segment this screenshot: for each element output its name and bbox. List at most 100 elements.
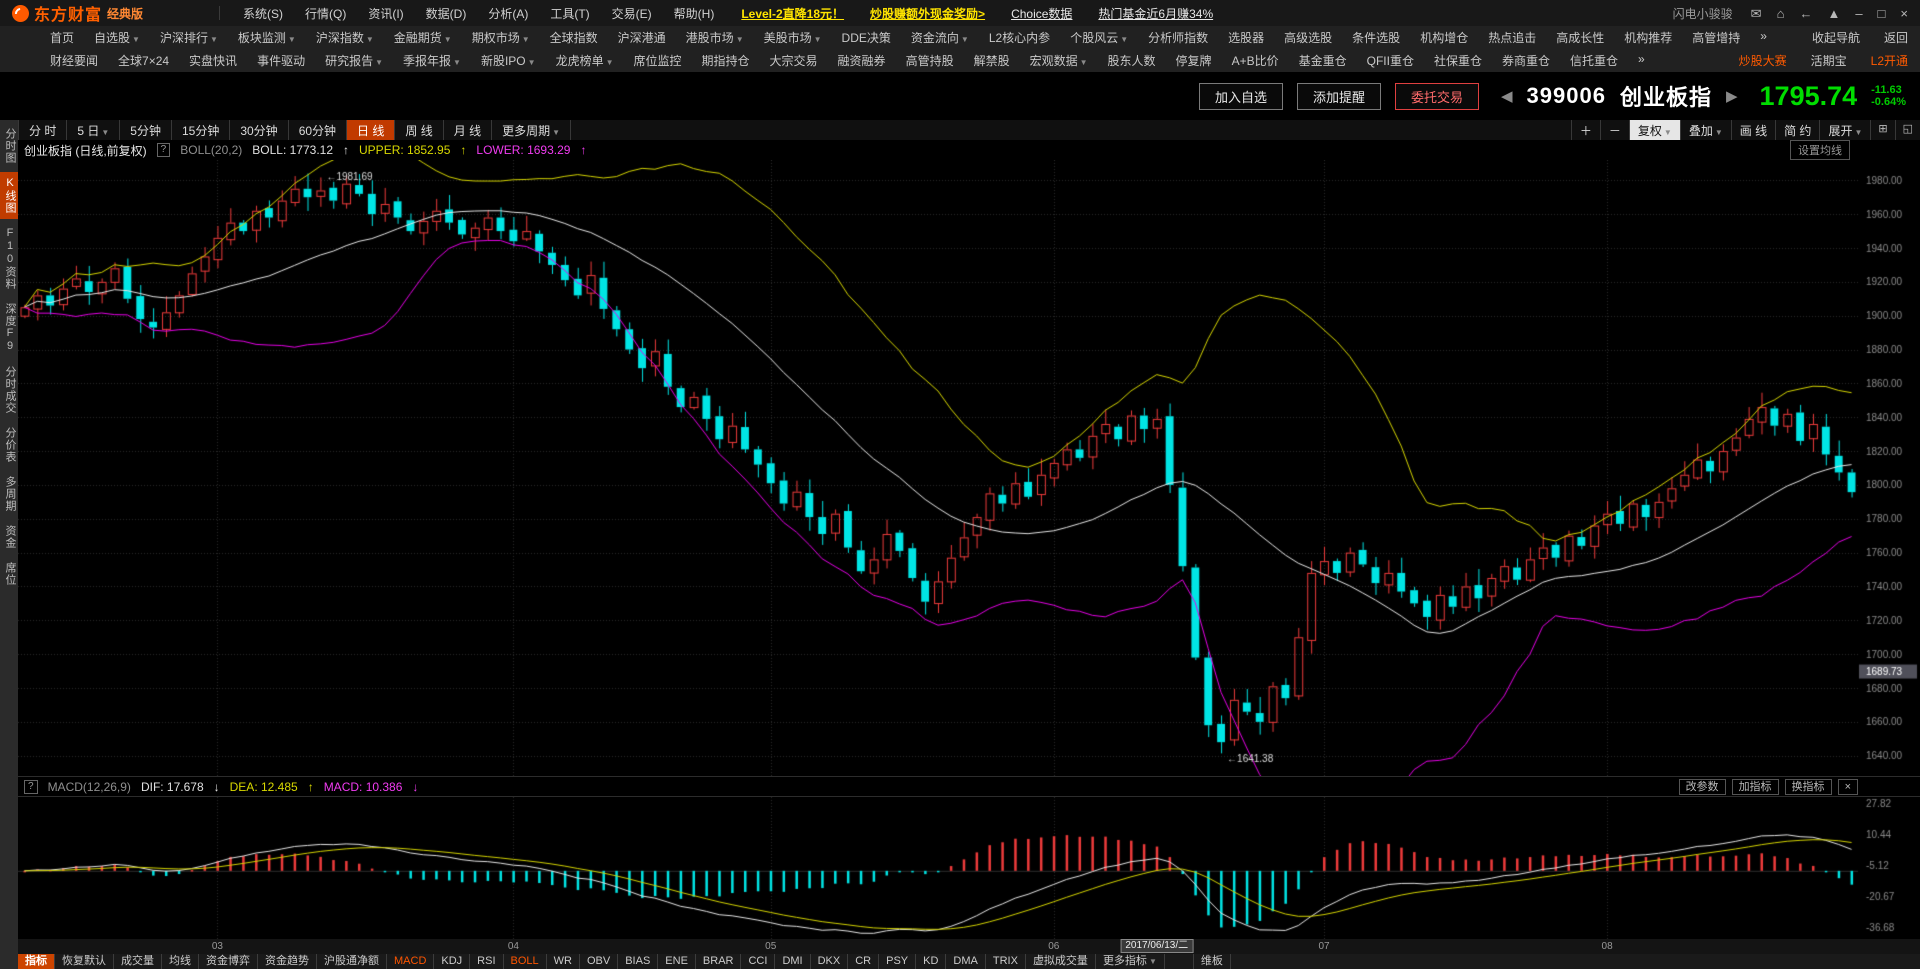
nav-item[interactable]: 财经要闻 [40, 52, 108, 69]
nav-item[interactable]: 新股IPO ▼ [471, 52, 546, 69]
candle-style-icon[interactable]: ⊞ [1870, 120, 1894, 140]
indicator-tab[interactable]: 沪股通净额 [317, 954, 387, 969]
indicator-tab[interactable]: RSI [470, 954, 504, 969]
nav-item[interactable]: 龙虎榜单 ▼ [546, 52, 624, 69]
nav-item[interactable]: 热点追击 [1478, 29, 1546, 46]
nav-item[interactable]: 个股风云 ▼ [1060, 29, 1138, 46]
indicator-tab[interactable]: TRIX [986, 954, 1026, 969]
help-icon[interactable]: ? [156, 143, 171, 157]
period-tab[interactable]: 5分钟 [120, 120, 172, 140]
sidebar-item[interactable]: 多周期 [0, 471, 18, 517]
nav-item[interactable]: 机构推荐 [1614, 29, 1682, 46]
menu-item[interactable]: 交易(E) [601, 5, 663, 22]
indicator-tab[interactable]: 均线 [162, 954, 199, 969]
nav-item[interactable]: 分析师指数 [1138, 29, 1218, 46]
indicator-tab[interactable]: CCI [741, 954, 776, 969]
indicator-tab[interactable]: BOLL [504, 954, 547, 969]
username[interactable]: 闪电小骏骏 [1673, 5, 1733, 22]
prev-stock-arrow[interactable]: ◀ [1501, 87, 1513, 105]
indicator-tab[interactable]: BRAR [696, 954, 742, 969]
macd-tool-button[interactable]: 换指标 [1784, 778, 1832, 795]
sidebar-item[interactable]: 深度F9 [0, 298, 18, 358]
nav-item[interactable]: 首页 [40, 29, 84, 46]
period-tab[interactable]: 月 线 [444, 120, 493, 140]
nav-item[interactable]: 返回 [1882, 29, 1910, 46]
multi-window-icon[interactable]: ◱ [1894, 120, 1920, 140]
nav-item[interactable]: 期指持仓 [692, 52, 760, 69]
nav-item[interactable]: 融资融券 [828, 52, 896, 69]
chart-tool-button[interactable]: 复权 ▼ [1628, 120, 1680, 140]
sidebar-item[interactable]: 分时成交 [0, 361, 18, 419]
indicator-tab[interactable]: DKX [811, 954, 849, 969]
indicator-tab[interactable]: BIAS [618, 954, 659, 969]
header-button[interactable]: 添加提醒 [1296, 82, 1381, 110]
sidebar-item[interactable]: K线图 [0, 172, 18, 219]
menu-item[interactable]: 分析(A) [477, 5, 539, 22]
nav-item[interactable]: 季报年报 ▼ [393, 52, 471, 69]
chart-tool-button[interactable]: 叠加 ▼ [1679, 120, 1731, 140]
nav-item[interactable]: » [1628, 52, 1655, 69]
nav-item[interactable]: A+B比价 [1222, 52, 1289, 69]
ma-settings-button[interactable]: 设置均线 [1790, 140, 1850, 160]
nav-item[interactable]: L2核心内参 [979, 29, 1060, 46]
menu-item[interactable]: 行情(Q) [294, 5, 357, 22]
menu-item[interactable]: 系统(S) [232, 5, 294, 22]
nav-item[interactable]: 股东人数 [1098, 52, 1166, 69]
skin-icon[interactable]: ▲ [1827, 7, 1840, 20]
indicator-tab[interactable]: WR [547, 954, 580, 969]
macd-tool-button[interactable]: × [1837, 778, 1858, 795]
promo-link[interactable]: Level-2直降18元！ [741, 5, 844, 22]
period-tab[interactable]: 日 线 [347, 120, 396, 140]
nav-item[interactable]: QFII重仓 [1357, 52, 1424, 69]
chart-tool-button[interactable]: ＋ [1570, 120, 1600, 140]
chart-tool-button[interactable]: 画 线 [1730, 120, 1775, 140]
chart-tool-button[interactable]: 展开 ▼ [1819, 120, 1870, 140]
chart-tool-button[interactable]: － [1599, 120, 1629, 140]
next-stock-arrow[interactable]: ▶ [1726, 87, 1738, 105]
header-button[interactable]: 委托交易 [1394, 82, 1479, 110]
macd-tool-button[interactable]: 改参数 [1678, 778, 1726, 795]
nav-item[interactable]: 沪深指数 ▼ [306, 29, 384, 46]
macd-chart-canvas[interactable] [18, 797, 1920, 939]
indicator-tab[interactable]: 资金博弈 [199, 954, 258, 969]
nav-item[interactable]: 炒股大赛 [1737, 52, 1789, 69]
nav-item[interactable]: 金融期货 ▼ [384, 29, 462, 46]
indicator-tab[interactable]: KDJ [434, 954, 471, 969]
nav-item[interactable]: 收起导航 [1810, 29, 1862, 46]
nav-item[interactable]: 全球7×24 [108, 52, 179, 69]
menu-item[interactable]: 数据(D) [415, 5, 478, 22]
nav-item[interactable]: 板块监测 ▼ [228, 29, 306, 46]
macd-tool-button[interactable]: 加指标 [1731, 778, 1779, 795]
nav-item[interactable]: 实盘快讯 [179, 52, 247, 69]
nav-item[interactable]: 基金重仓 [1289, 52, 1357, 69]
nav-item[interactable]: 机构增仓 [1410, 29, 1478, 46]
nav-item[interactable]: 信托重仓 [1560, 52, 1628, 69]
period-tab[interactable]: 分 时 [19, 120, 68, 140]
period-tab[interactable]: 5 日 ▼ [67, 120, 121, 140]
nav-item[interactable]: » [1750, 29, 1777, 46]
nav-item[interactable]: 席位监控 [624, 52, 692, 69]
restore-icon[interactable]: □ [1878, 7, 1886, 20]
indicator-tab[interactable]: MACD [387, 954, 435, 969]
close-icon[interactable]: × [1900, 7, 1908, 20]
sidebar-item[interactable]: 分时图 [0, 123, 18, 169]
period-tab[interactable]: 30分钟 [230, 120, 289, 140]
period-tab[interactable]: 周 线 [395, 120, 444, 140]
period-tab[interactable]: 60分钟 [289, 120, 348, 140]
nav-item[interactable]: 宏观数据 ▼ [1020, 52, 1098, 69]
menu-item[interactable]: 帮助(H) [663, 5, 726, 22]
indicator-tab[interactable]: PSY [879, 954, 917, 969]
nav-item[interactable]: 条件选股 [1342, 29, 1410, 46]
period-tab[interactable]: 更多周期 ▼ [492, 120, 572, 140]
nav-item[interactable]: DDE决策 [832, 29, 901, 46]
nav-item[interactable]: L2开通 [1869, 52, 1910, 69]
nav-item[interactable]: 券商重仓 [1492, 52, 1560, 69]
promo-link[interactable]: 炒股赚额外现金奖励> [870, 5, 985, 22]
indicator-tab[interactable]: DMI [775, 954, 811, 969]
indicator-tab[interactable]: OBV [580, 954, 619, 969]
nav-item[interactable]: 高成长性 [1546, 29, 1614, 46]
promo-link[interactable]: 热门基金近6月赚34% [1098, 5, 1213, 22]
sidebar-item[interactable]: F10资料 [0, 222, 18, 295]
nav-item[interactable]: 期权市场 ▼ [462, 29, 540, 46]
indicator-tab[interactable]: 资金趋势 [258, 954, 317, 969]
